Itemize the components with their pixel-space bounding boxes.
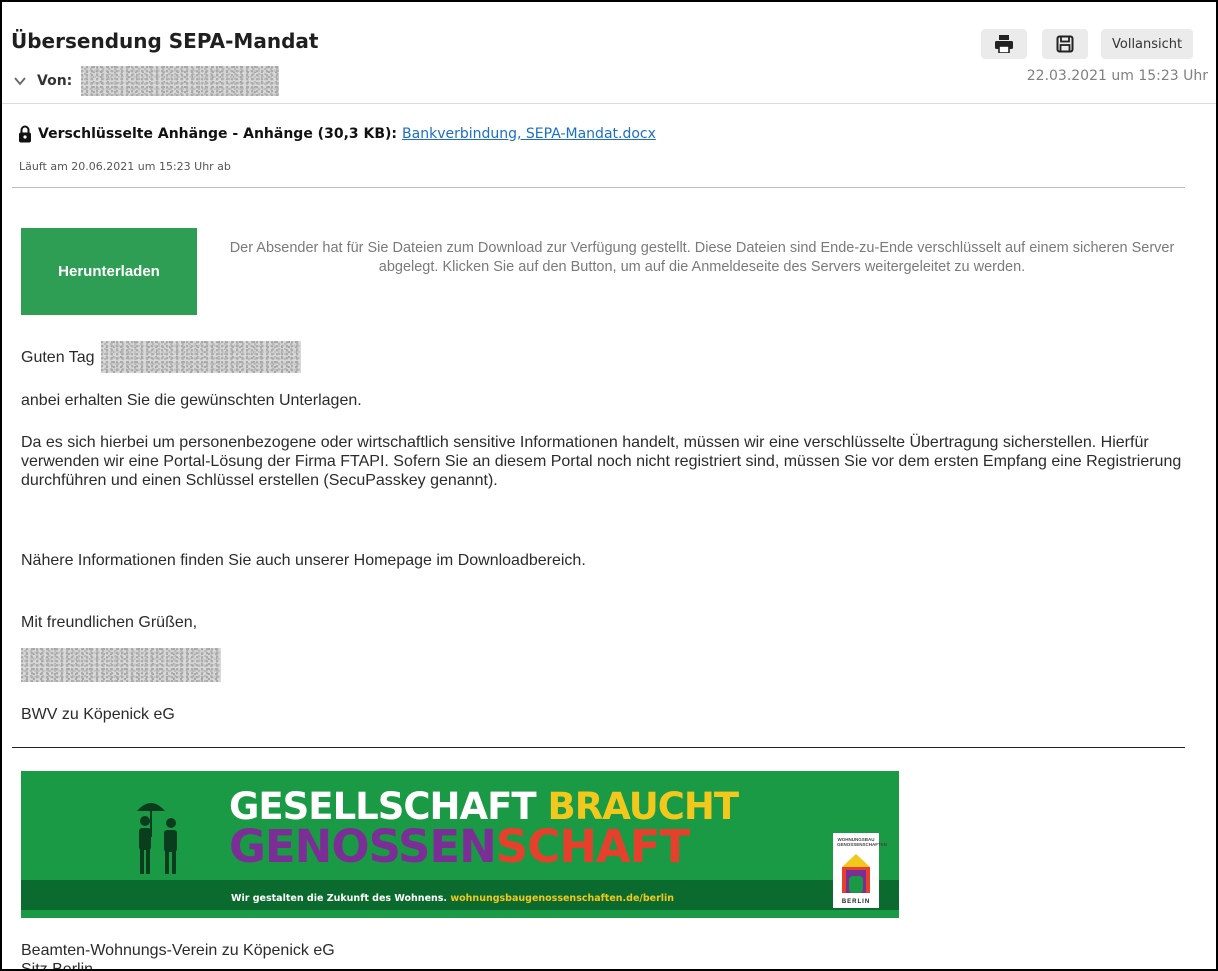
sender-row: Von: — [12, 66, 280, 96]
people-umbrella-icon — [137, 803, 177, 874]
full-view-button[interactable]: Vollansicht — [1101, 29, 1194, 59]
download-button[interactable]: Herunterladen — [21, 228, 197, 315]
closing-text: Mit freundlichen Grüßen, — [21, 614, 198, 631]
footer-line: Beamten-Wohnungs-Verein zu Köpenick eG — [21, 942, 335, 959]
greeting-text: Guten Tag — [21, 348, 95, 366]
save-icon — [1056, 35, 1074, 53]
printer-icon — [995, 35, 1013, 53]
banner-word: GENOSSEN — [229, 820, 497, 873]
footer-line: Sitz Berlin — [21, 961, 94, 971]
lock-icon — [19, 125, 31, 143]
body-paragraph: Da es sich hierbei um personenbezogene o… — [21, 434, 1182, 489]
attachment-divider — [12, 187, 1185, 188]
logo-text-bottom: BERLIN — [841, 899, 871, 905]
attachment-row: Verschlüsselte Anhänge - Anhänge (30,3 K… — [18, 125, 656, 143]
promo-banner: GESELLSCHAFT BRAUCHT GENOSSENSCHAFT Wir … — [21, 771, 899, 918]
attachment-files-link[interactable]: Bankverbindung, SEPA-Mandat.docx — [402, 126, 656, 142]
banner-tagline-url[interactable]: wohnungsbaugenossenschaften.de/berlin — [450, 893, 674, 904]
print-button[interactable] — [981, 29, 1027, 59]
banner-tagline: Wir gestalten die Zukunft des Wohnens. w… — [231, 893, 674, 904]
redacted-recipient — [100, 341, 301, 373]
attachment-expiry: Läuft am 20.06.2021 um 15:23 Uhr ab — [19, 160, 231, 173]
email-subject: Übersendung SEPA-Mandat — [11, 29, 319, 53]
header-divider — [2, 103, 1216, 104]
attachment-title: Verschlüsselte Anhänge - Anhänge (30,3 K… — [38, 126, 398, 142]
greeting-line: Guten Tag — [21, 341, 301, 373]
download-info-text: Der Absender hat für Sie Dateien zum Dow… — [229, 240, 1175, 275]
body-paragraph: Nähere Informationen finden Sie auch uns… — [21, 552, 586, 569]
banner-headline-line2: GENOSSENSCHAFT — [229, 820, 690, 873]
banner-word: SCHAFT — [495, 820, 690, 873]
from-label: Von: — [37, 73, 73, 89]
email-date: 22.03.2021 um 15:23 Uhr — [1026, 68, 1208, 84]
company-name: BWV zu Köpenick eG — [21, 706, 175, 723]
email-view: Übersendung SEPA-Mandat Von: Vollansicht… — [0, 0, 1218, 971]
house-logo-icon — [842, 854, 870, 893]
signature-divider — [12, 747, 1185, 748]
body-paragraph: anbei erhalten Sie die gewünschten Unter… — [21, 392, 362, 409]
redacted-signature — [21, 648, 221, 682]
save-button[interactable] — [1042, 29, 1088, 59]
banner-tagline-text: Wir gestalten die Zukunft des Wohnens. — [231, 893, 448, 904]
wohnungsbau-logo: WOHNUNGSBAU GENOSSENSCHAFTEN BERLIN — [833, 833, 887, 908]
redacted-sender — [81, 66, 280, 96]
chevron-down-icon[interactable] — [12, 73, 28, 89]
